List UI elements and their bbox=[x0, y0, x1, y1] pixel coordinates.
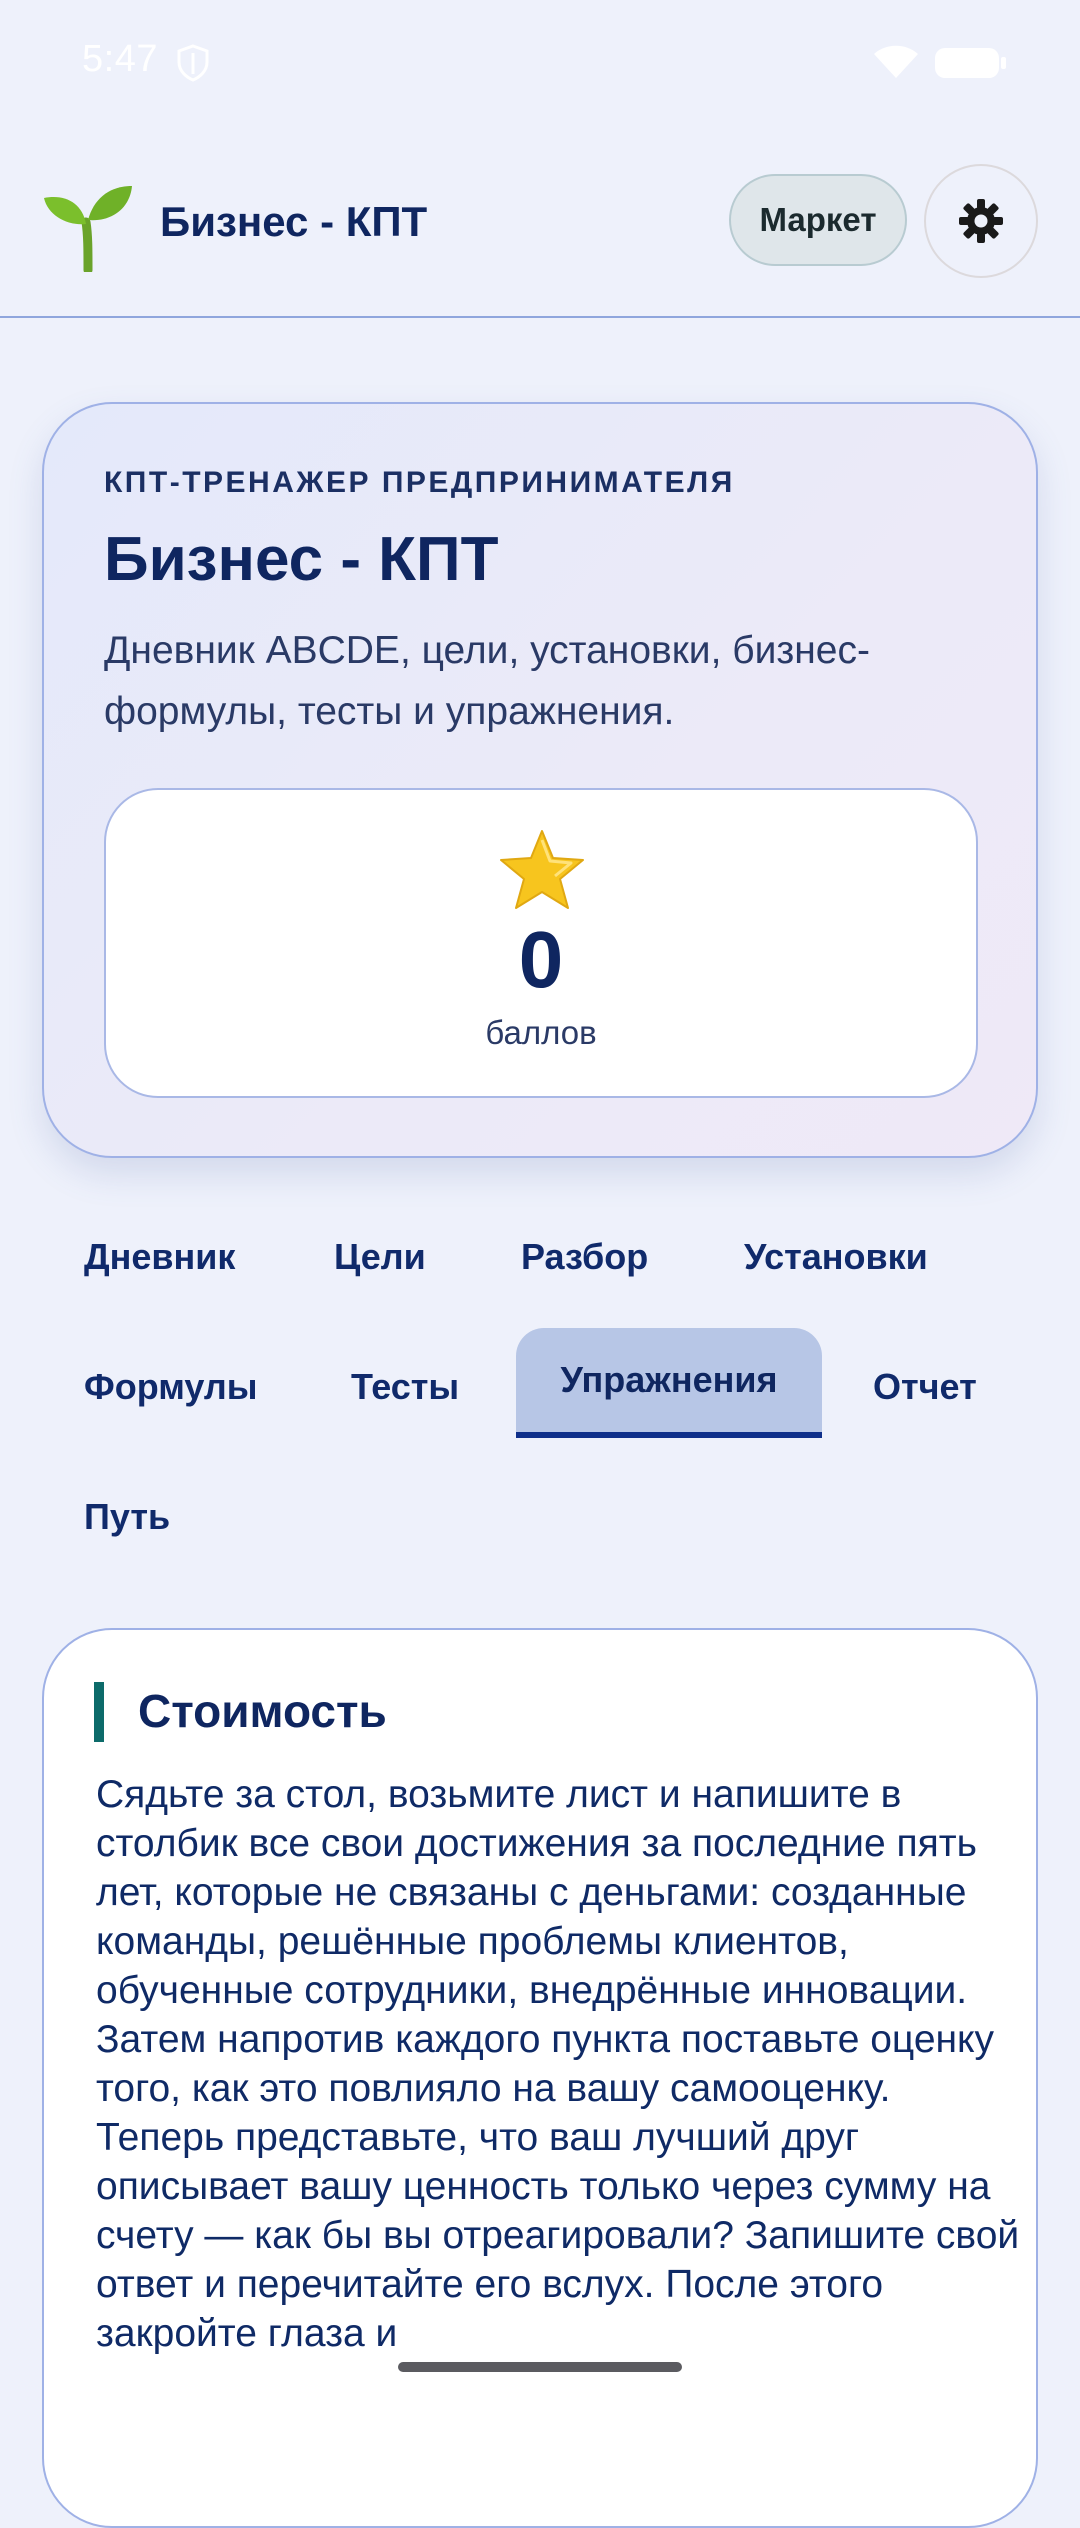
exercise-text: Сядьте за стол, возьмите лист и напишите… bbox=[96, 1773, 1020, 2355]
settings-button[interactable] bbox=[924, 164, 1038, 278]
tab-analysis[interactable]: Разбор bbox=[521, 1236, 648, 1278]
hero-card: КПТ-ТРЕНАЖЕР ПРЕДПРИНИМАТЕЛЯ Бизнес - КП… bbox=[42, 402, 1038, 1158]
tab-diary[interactable]: Дневник bbox=[84, 1236, 235, 1278]
battery-icon bbox=[935, 48, 1006, 78]
tab-report[interactable]: Отчет bbox=[873, 1366, 977, 1408]
exercise-card: Стоимость Сядьте за стол, возьмите лист … bbox=[42, 1628, 1038, 2528]
status-bar: 5:47 bbox=[0, 0, 1080, 125]
tab-goals[interactable]: Цели bbox=[334, 1236, 426, 1278]
market-button[interactable]: Маркет bbox=[729, 174, 907, 266]
tab-path[interactable]: Путь bbox=[84, 1496, 170, 1538]
gear-icon bbox=[959, 199, 1003, 243]
score-card: 0 баллов bbox=[104, 788, 978, 1098]
tab-beliefs[interactable]: Установки bbox=[744, 1236, 928, 1278]
score-label: баллов bbox=[485, 1014, 597, 1051]
app-title: Бизнес - КПТ bbox=[160, 198, 428, 245]
exercise-title: Стоимость bbox=[138, 1685, 387, 1737]
star-icon bbox=[500, 830, 584, 909]
sprout-icon bbox=[44, 186, 132, 272]
exercise-accent-bar bbox=[94, 1682, 104, 1742]
hero-title: Бизнес - КПТ bbox=[104, 525, 499, 594]
hero-kicker: КПТ-ТРЕНАЖЕР ПРЕДПРИНИМАТЕЛЯ bbox=[104, 466, 735, 499]
wifi-icon bbox=[874, 45, 918, 78]
status-time: 5:47 bbox=[82, 38, 158, 80]
hero-description: Дневник ABCDE, цели, установки, бизнес-ф… bbox=[104, 629, 870, 733]
home-indicator[interactable] bbox=[398, 2362, 682, 2372]
tab-tests[interactable]: Тесты bbox=[351, 1366, 459, 1408]
tab-formulas[interactable]: Формулы bbox=[84, 1366, 258, 1408]
score-value: 0 bbox=[518, 915, 564, 1004]
app-header: Бизнес - КПТ Маркет bbox=[0, 140, 1080, 318]
tab-exercises[interactable]: Упражнения bbox=[516, 1328, 822, 1438]
shield-icon bbox=[177, 44, 209, 82]
